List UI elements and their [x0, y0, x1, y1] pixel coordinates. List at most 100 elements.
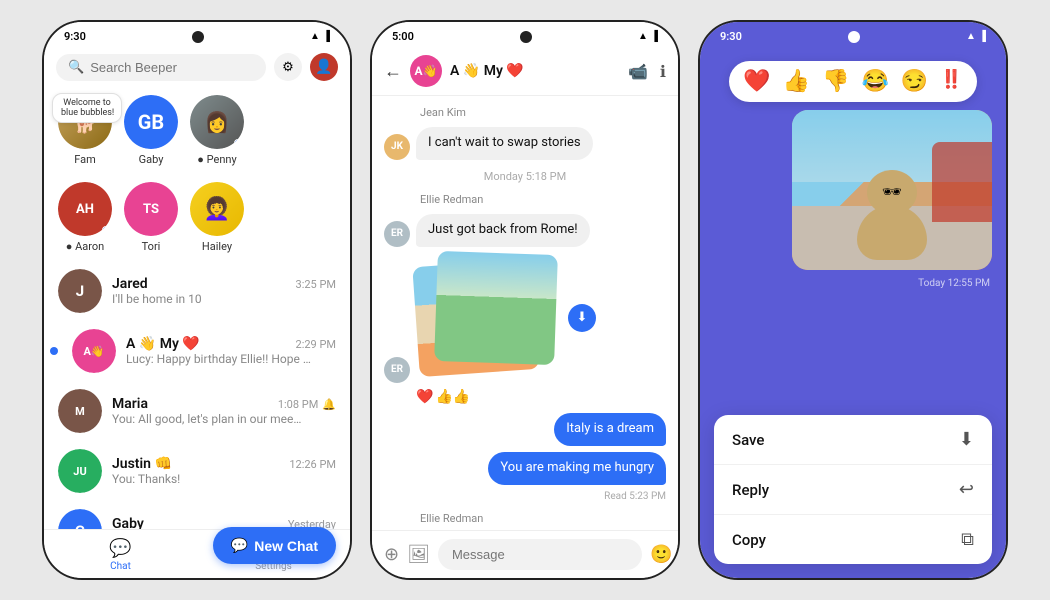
chat-preview: Lucy: Happy birthday Ellie!! Hope you've… — [126, 352, 316, 366]
chat-icon: 💬 — [231, 537, 248, 554]
status-bar-3: 9:30 ▲▐ — [700, 22, 1006, 47]
chat-preview: I'll be home in 10 — [112, 292, 302, 306]
context-save[interactable]: Save ⬇ — [714, 415, 992, 465]
context-copy-label: Copy — [732, 531, 766, 549]
screen2-content: ← A👋 A 👋 My ❤️ 📹 ℹ Jean Kim JK I can't w… — [372, 47, 678, 578]
sender-name: Ellie Redman — [384, 512, 666, 525]
chat-info-jared: Jared 3:25 PM I'll be home in 10 — [112, 276, 336, 306]
story-item-penny[interactable]: 👩 ● Penny — [190, 95, 244, 166]
story-item-tori[interactable]: TS Tori — [124, 182, 178, 253]
message-row-me1: Italy is a dream — [384, 413, 666, 446]
time-2: 5:00 — [392, 30, 414, 43]
save-icon: ⬇ — [959, 429, 974, 450]
image-stack — [416, 253, 566, 383]
message-bubble: Italy is a dream — [554, 413, 666, 446]
reaction-thumbs[interactable]: 👍👍 — [435, 389, 470, 405]
chat-time: 3:25 PM — [296, 278, 336, 291]
status-bar-2: 5:00 ▲▐ — [372, 22, 678, 47]
message-avatar: ER — [384, 357, 410, 383]
reaction-laugh-btn[interactable]: 😂 — [861, 69, 888, 94]
story-name-tori: Tori — [142, 240, 161, 253]
context-menu: Save ⬇ Reply ↩ Copy ⧉ — [714, 415, 992, 564]
list-item[interactable]: G Gaby Yesterday Awesome. — [44, 501, 350, 529]
chat-input-bar: ⊕ 🖼 🙂 🎤 — [372, 530, 678, 578]
chat-info-justin: Justin 👊 12:26 PM You: Thanks! — [112, 456, 336, 486]
chat-time: 2:29 PM — [296, 338, 336, 351]
context-save-label: Save — [732, 431, 764, 449]
context-reply[interactable]: Reply ↩ — [714, 465, 992, 515]
dog-photo[interactable]: 🕶 — [792, 110, 992, 270]
story-name-gaby: Gaby — [139, 153, 164, 166]
signal-icon: ▐ — [323, 31, 330, 42]
chat-time: 1:08 PM — [278, 398, 318, 411]
list-item[interactable]: A👋 A 👋 My ❤️ 2:29 PM Lucy: Happy birthda… — [44, 321, 350, 381]
chat-name: Jared — [112, 276, 148, 292]
add-icon[interactable]: ⊕ — [384, 544, 399, 565]
message-input[interactable] — [438, 539, 642, 570]
header-icons: 📹 ℹ — [628, 62, 666, 81]
search-input[interactable] — [90, 60, 254, 75]
search-icon: 🔍 — [68, 60, 84, 75]
profile-avatar[interactable]: 👤 — [310, 53, 338, 81]
story-item-aaron[interactable]: AH ● Aaron — [58, 182, 112, 253]
message-avatar: ER — [384, 221, 410, 247]
chat-name: Gaby — [112, 516, 144, 529]
settings-button[interactable]: ⚙ — [274, 53, 302, 81]
download-button[interactable]: ⬇ — [568, 304, 596, 332]
chat-nav-icon: 💬 — [109, 538, 131, 559]
unread-dot-aaron — [102, 226, 110, 234]
reaction-thumbsdown-btn[interactable]: 👎 — [822, 69, 849, 94]
reaction-smirk-btn[interactable]: 😏 — [901, 69, 928, 94]
status-bar-1: 9:30 ▲ ▐ — [44, 22, 350, 47]
messages-area: Jean Kim JK I can't wait to swap stories… — [372, 96, 678, 530]
message-bubble: I can't wait to swap stories — [416, 127, 593, 160]
message-avatar: JK — [384, 134, 410, 160]
status-icons-3: ▲▐ — [966, 31, 986, 42]
search-bar[interactable]: 🔍 — [56, 54, 266, 81]
search-row: 🔍 ⚙ 👤 — [44, 47, 350, 87]
time-3: 9:30 — [720, 30, 742, 43]
chat-name: Justin 👊 — [112, 456, 172, 472]
context-reply-label: Reply — [732, 481, 769, 499]
message-bubble: You are making me hungry — [488, 452, 666, 485]
info-icon[interactable]: ℹ — [660, 62, 666, 81]
stories-row-2: AH ● Aaron TS Tori 👩‍🦱 Hailey — [44, 174, 350, 261]
message-row-images: ER ⬇ — [384, 253, 666, 383]
status-icons-2: ▲▐ — [638, 31, 658, 42]
reaction-exclaim-btn[interactable]: ‼️ — [940, 69, 962, 94]
nav-label-chat: Chat — [110, 561, 131, 572]
nav-item-chat[interactable]: 💬 Chat — [44, 530, 197, 578]
screen3-background: ❤️ 👍 👎 😂 😏 ‼️ — [700, 47, 1006, 578]
camera-notch-1 — [192, 31, 204, 43]
story-name-penny: ● Penny — [197, 153, 236, 166]
image-card-2[interactable] — [434, 251, 558, 365]
story-name-fam: Fam — [74, 153, 96, 166]
list-item[interactable]: J Jared 3:25 PM I'll be home in 10 — [44, 261, 350, 321]
story-item-gaby[interactable]: GB Gaby — [124, 95, 178, 166]
story-item-fam[interactable]: 🐕 Welcome toblue bubbles! Fam — [58, 95, 112, 166]
reactions-row: ❤️ 👍👍 — [384, 389, 666, 405]
phone3: 9:30 ▲▐ ❤️ 👍 👎 😂 😏 ‼️ — [698, 20, 1008, 580]
story-item-hailey[interactable]: 👩‍🦱 Hailey — [190, 182, 244, 253]
photo-timestamp: Today 12:55 PM — [918, 278, 990, 289]
phone2: 5:00 ▲▐ ← A👋 A 👋 My ❤️ 📹 ℹ Jean Kim JK I… — [370, 20, 680, 580]
mute-icon: 🔔 — [322, 398, 336, 411]
list-item[interactable]: M Maria 1:08 PM 🔔 You: All good, let's p… — [44, 381, 350, 441]
sticker-icon[interactable]: 🖼 — [407, 544, 430, 565]
video-call-icon[interactable]: 📹 — [628, 62, 648, 81]
date-divider: Monday 5:18 PM — [384, 170, 666, 183]
chat-name: A 👋 My ❤️ — [126, 336, 200, 352]
reaction-thumbsup-btn[interactable]: 👍 — [783, 69, 810, 94]
new-chat-button[interactable]: 💬 New Chat — [213, 527, 336, 564]
context-copy[interactable]: Copy ⧉ — [714, 515, 992, 564]
story-name-hailey: Hailey — [202, 240, 232, 253]
message-row: ER Just got back from Rome! — [384, 214, 666, 247]
back-button[interactable]: ← — [384, 61, 402, 82]
time-1: 9:30 — [64, 30, 86, 43]
reaction-heart[interactable]: ❤️ — [416, 389, 433, 405]
message-row: JK I can't wait to swap stories — [384, 127, 666, 160]
copy-icon: ⧉ — [961, 529, 974, 550]
emoji-icon[interactable]: 🙂 — [650, 544, 672, 565]
list-item[interactable]: JU Justin 👊 12:26 PM You: Thanks! — [44, 441, 350, 501]
reaction-heart-btn[interactable]: ❤️ — [743, 69, 770, 94]
